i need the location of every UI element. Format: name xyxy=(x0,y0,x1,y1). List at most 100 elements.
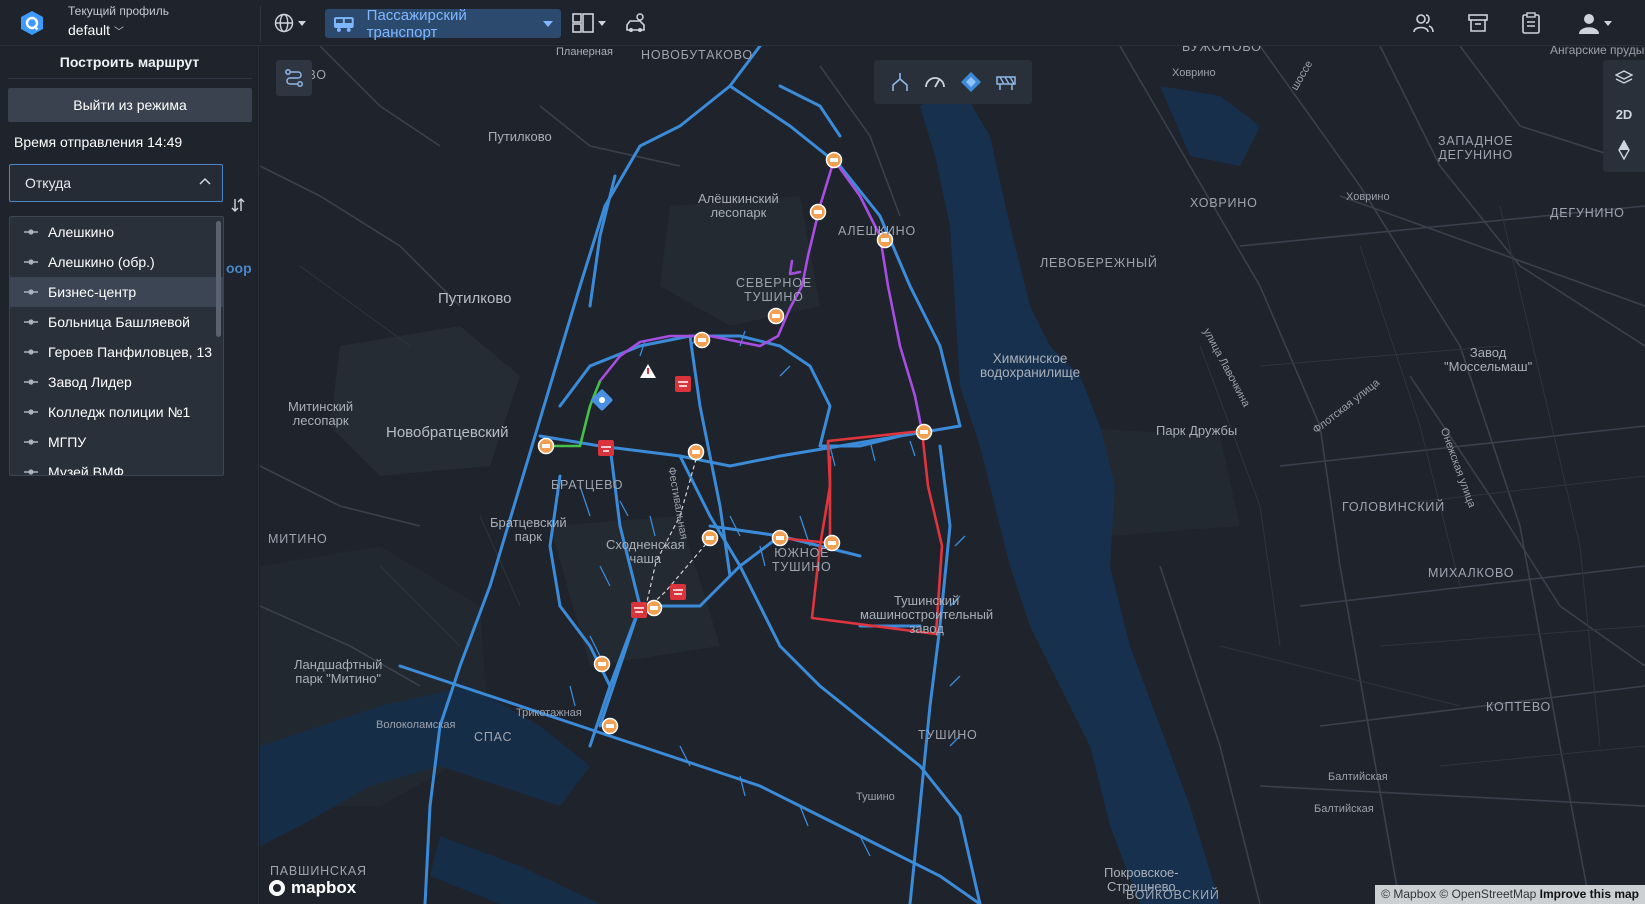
bus-icon xyxy=(333,16,354,32)
tasks-button[interactable] xyxy=(1522,9,1540,37)
compass-button[interactable] xyxy=(1603,132,1645,168)
stop-marker[interactable] xyxy=(537,437,555,455)
incident-marker[interactable] xyxy=(631,602,647,618)
map-label: Митинский лесопарк xyxy=(288,399,354,428)
mapbox-logo[interactable]: mapbox xyxy=(268,878,356,898)
account-menu[interactable] xyxy=(1578,9,1612,37)
swap-direction-icon[interactable] xyxy=(230,196,246,214)
mapbox-icon xyxy=(269,880,285,896)
top-bar: Текущий профиль default ﹀ Пассажирский тр… xyxy=(0,0,1645,46)
map-label: Тушинский машиностроительный завод xyxy=(860,593,994,636)
map-label: Сходненская чаша xyxy=(606,537,685,566)
departure-time[interactable]: Время отправления 14:49 xyxy=(14,134,182,150)
map-label: МИТИНО xyxy=(268,532,328,546)
stop-marker[interactable] xyxy=(767,307,785,325)
stop-marker[interactable] xyxy=(809,203,827,221)
stop-option-label: Бизнес-центр xyxy=(48,284,137,300)
route-builder-panel: Построить маршрут Выйти из режима Время … xyxy=(0,46,259,904)
map-attribution: © Mapbox © OpenStreetMap Improve this ma… xyxy=(1375,885,1645,904)
users-button[interactable] xyxy=(1412,9,1434,37)
stop-option-label: Больница Башляевой xyxy=(48,314,191,330)
stop-marker[interactable] xyxy=(915,423,933,441)
stop-line-icon xyxy=(24,349,38,355)
stop-marker[interactable] xyxy=(593,655,611,673)
stop-marker[interactable] xyxy=(693,331,711,349)
map-label: Трикотажная xyxy=(516,707,582,719)
stop-option[interactable]: Бизнес-центр xyxy=(10,277,223,307)
stop-line-icon xyxy=(24,409,38,415)
archive-button[interactable] xyxy=(1468,9,1488,37)
from-select-placeholder: Откуда xyxy=(25,175,72,191)
exit-mode-button[interactable]: Выйти из режима xyxy=(8,88,252,122)
view-2d-toggle[interactable]: 2D xyxy=(1603,96,1645,132)
stop-line-icon xyxy=(24,469,38,475)
stop-option-label: Колледж полиции №1 xyxy=(48,404,191,420)
roadblock-icon[interactable] xyxy=(995,71,1017,93)
stop-option[interactable]: Алешкино xyxy=(10,217,223,247)
map-label: Алёшкинский лесопарк xyxy=(698,191,779,220)
stop-line-icon xyxy=(24,379,38,385)
map-view-controls: 2D xyxy=(1603,60,1645,172)
split-route-icon[interactable] xyxy=(889,71,911,93)
app-logo-icon[interactable] xyxy=(20,10,44,36)
stop-marker[interactable] xyxy=(701,529,719,547)
stop-option-label: Алешкино xyxy=(48,224,114,240)
transport-mode-dropdown[interactable]: Пассажирский транспорт xyxy=(325,6,561,41)
user-avatar-icon xyxy=(1579,14,1599,34)
stop-option[interactable]: МГПУ xyxy=(10,427,223,457)
stop-marker[interactable] xyxy=(601,717,619,735)
transport-mode-label: Пассажирский транспорт xyxy=(366,6,467,41)
hidden-link-fragment: оор xyxy=(226,260,252,276)
divider xyxy=(8,78,252,79)
stop-marker[interactable] xyxy=(771,529,789,547)
profile-selector[interactable]: Текущий профиль default ﹀ xyxy=(68,4,169,43)
language-button[interactable] xyxy=(274,9,306,37)
stop-line-icon xyxy=(24,439,38,445)
map-label: Тушино xyxy=(856,791,895,803)
map-label: НОВОБУТАКОВО xyxy=(641,48,753,62)
stop-marker[interactable] xyxy=(645,599,663,617)
attribution-text[interactable]: © Mapbox © OpenStreetMap xyxy=(1381,887,1536,901)
stop-line-icon xyxy=(24,229,38,235)
stop-option[interactable]: Алешкино (обр.) xyxy=(10,247,223,277)
users-icon xyxy=(1413,14,1434,33)
stop-marker[interactable] xyxy=(825,151,843,169)
stop-marker[interactable] xyxy=(687,443,705,461)
stop-option[interactable]: Музей ВМФ xyxy=(10,457,223,476)
map-label: МИХАЛКОВО xyxy=(1428,566,1515,580)
panel-title: Построить маршрут xyxy=(59,54,200,70)
map-label: КОПТЕВО xyxy=(1486,700,1552,714)
speedometer-icon[interactable] xyxy=(924,71,946,93)
stop-option-label: Музей ВМФ xyxy=(48,464,125,476)
stop-option[interactable]: Героев Панфиловцев, 13 xyxy=(10,337,223,367)
stop-option[interactable]: Завод Лидер xyxy=(10,367,223,397)
map-base-layer xyxy=(260,46,1645,904)
vehicle-button[interactable] xyxy=(624,9,648,37)
map-label: БУЖОНОВО xyxy=(1182,46,1262,54)
incident-marker[interactable] xyxy=(670,584,686,600)
from-select[interactable]: Откуда xyxy=(9,164,223,202)
map-label: Путилково xyxy=(488,129,552,144)
waypoint-diamond-icon[interactable] xyxy=(960,71,982,93)
route-layer-button[interactable] xyxy=(276,60,312,96)
scrollbar[interactable] xyxy=(216,221,221,337)
map-label: Планерная xyxy=(556,46,613,58)
caret-down-icon xyxy=(298,20,306,26)
incident-marker[interactable] xyxy=(675,376,691,392)
incident-marker[interactable] xyxy=(598,440,614,456)
map-label: Ангарские пруды xyxy=(1550,46,1645,57)
chevron-up-icon xyxy=(199,177,211,185)
route-icon xyxy=(285,69,303,87)
caret-down-icon xyxy=(1604,20,1612,26)
map-canvas[interactable]: НОВОБУТАКОВО ЛКОВО Путилково Планерная А… xyxy=(260,46,1645,904)
map-label: БРАТЦЕВО xyxy=(551,478,624,492)
improve-map-link[interactable]: Improve this map xyxy=(1540,887,1639,901)
map-label: Парк Дружбы xyxy=(1156,423,1238,438)
map-label: ЛЕВОБЕРЕЖНЫЙ xyxy=(1040,256,1158,270)
layers-button[interactable] xyxy=(1603,60,1645,96)
stop-option[interactable]: Колледж полиции №1 xyxy=(10,397,223,427)
caret-down-icon xyxy=(543,20,553,27)
map-label: ЗАПАДНОЕ ДЕГУНИНО xyxy=(1438,134,1514,162)
layout-button[interactable] xyxy=(572,9,606,37)
stop-option[interactable]: Больница Башляевой xyxy=(10,307,223,337)
